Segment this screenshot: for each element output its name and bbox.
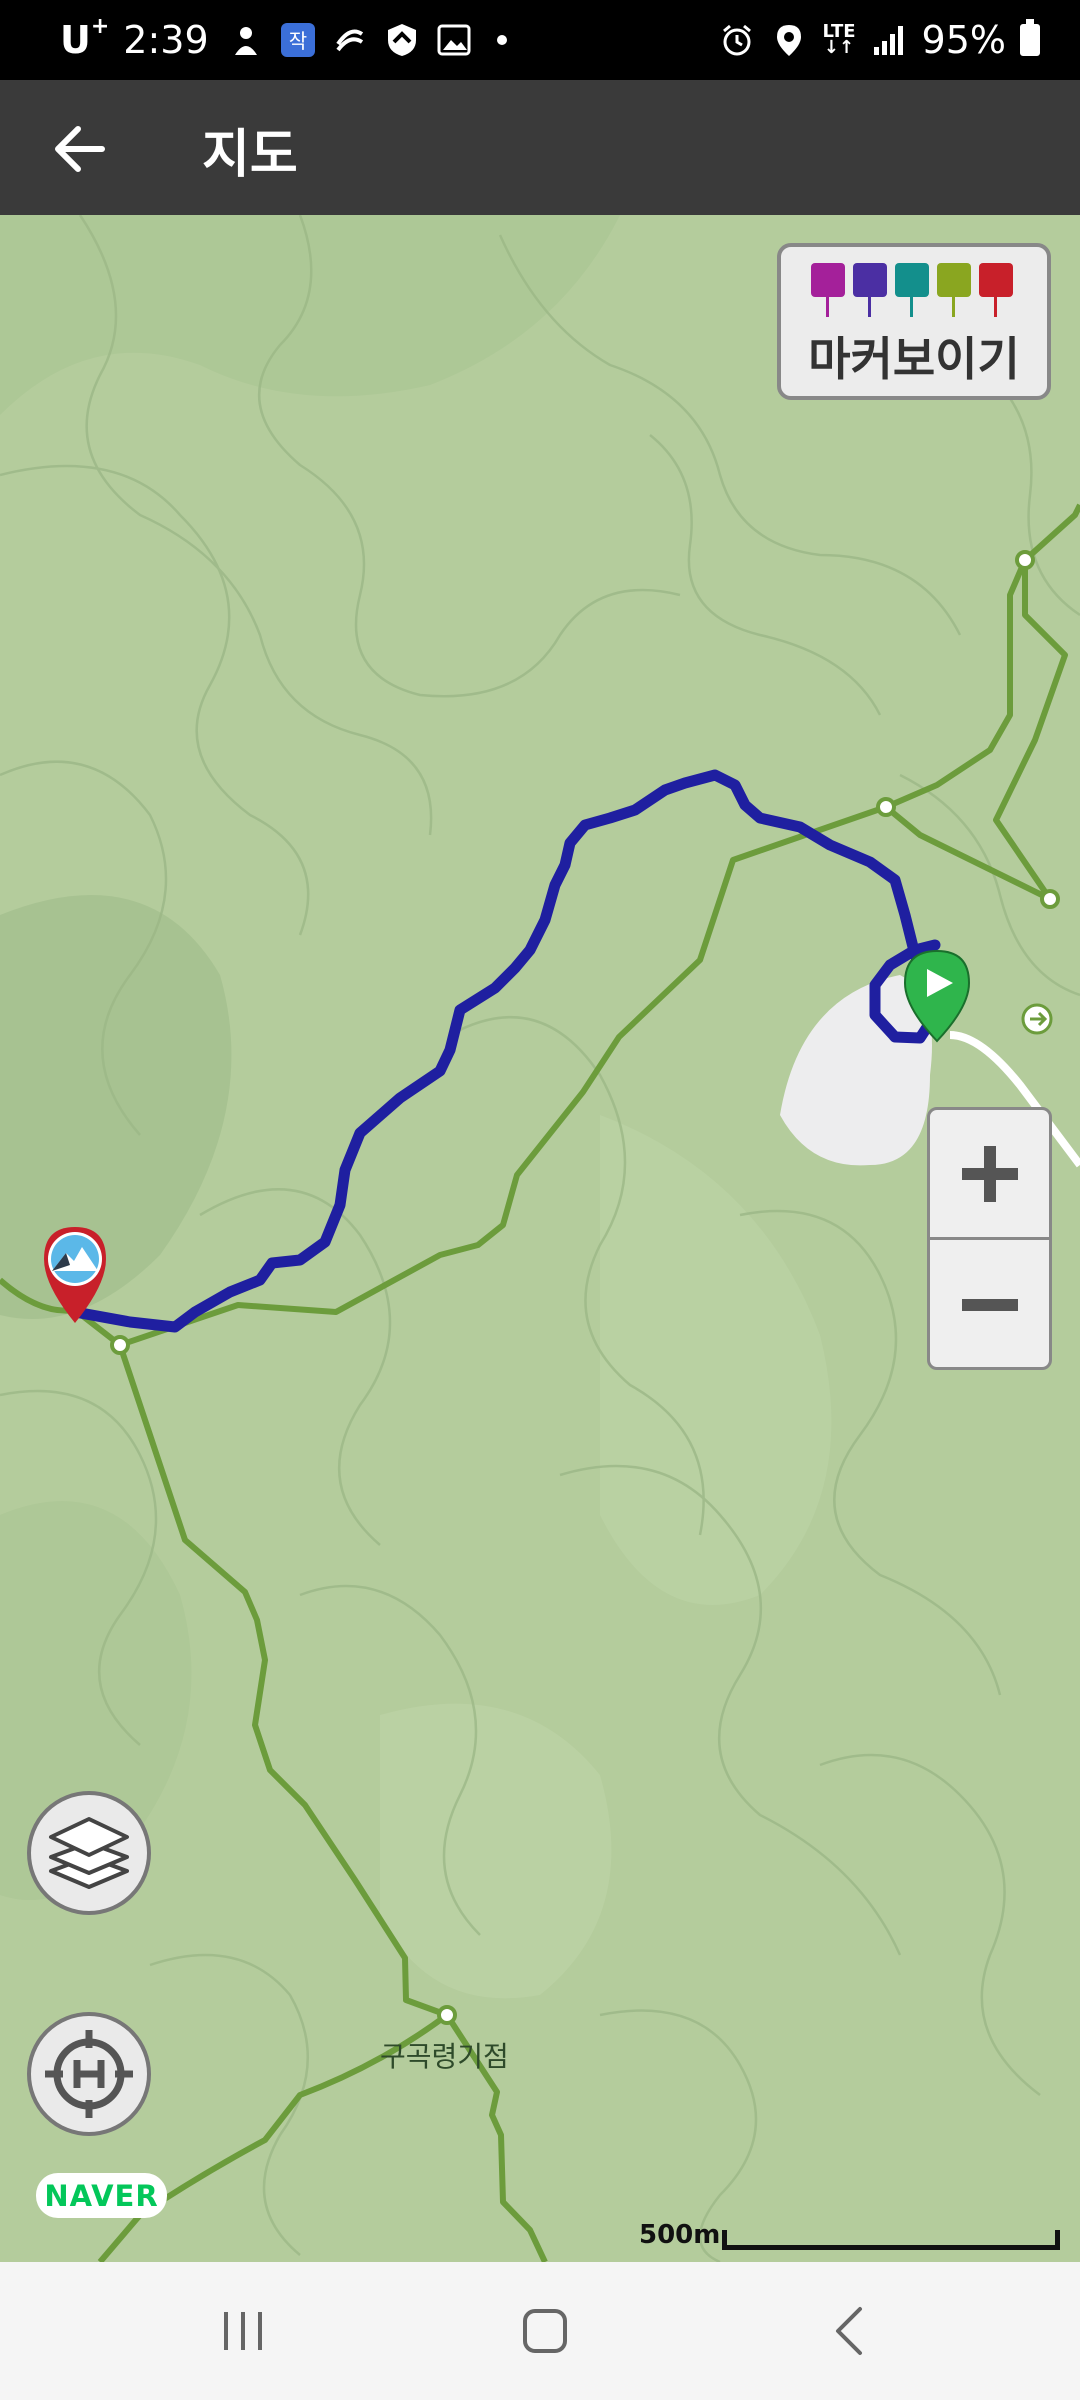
clock: 2:39 <box>123 18 209 62</box>
lte-indicator: LTE ↓↑ <box>822 21 856 58</box>
flag-marker-icon <box>979 263 1013 317</box>
naver-logo: NAVER <box>36 2173 167 2218</box>
back-nav-button[interactable] <box>808 2296 888 2366</box>
voice-marker-icon <box>895 263 929 317</box>
status-bar: U+ 2:39 작 LTE ↓↑ 95% <box>0 0 1080 80</box>
signal-icon <box>870 21 908 59</box>
memo-marker-icon <box>937 263 971 317</box>
arrow-left-icon <box>55 126 105 172</box>
gallery-icon <box>435 21 473 59</box>
carrier-label: U+ <box>60 14 110 62</box>
system-nav-bar <box>0 2262 1080 2400</box>
summit-marker-icon[interactable] <box>40 1225 110 1325</box>
layers-icon <box>49 1817 129 1889</box>
zoom-controls <box>927 1107 1052 1370</box>
home-button[interactable] <box>505 2296 585 2366</box>
layers-button[interactable] <box>27 1791 151 1915</box>
photo-marker-icon <box>811 263 845 317</box>
recent-apps-button[interactable] <box>203 2296 283 2366</box>
more-notifications-dot <box>496 35 507 45</box>
recent-apps-icon <box>224 2312 262 2350</box>
crosshair-h-icon <box>45 2030 133 2118</box>
location-icon <box>770 21 808 59</box>
video-marker-icon <box>853 263 887 317</box>
start-marker-icon[interactable] <box>895 945 979 1045</box>
zoom-in-button[interactable] <box>930 1110 1049 1240</box>
alarm-icon <box>718 21 756 59</box>
scale-bar <box>722 2230 1060 2250</box>
sync-icon <box>331 21 369 59</box>
svg-text:작: 작 <box>288 29 306 53</box>
battery-icon <box>1020 19 1040 56</box>
app-badge-icon: 작 <box>279 21 317 59</box>
marker-type-icons <box>811 263 1013 317</box>
home-icon <box>523 2309 567 2353</box>
map-view[interactable]: 마커보이기 구곡령기점 NAVER 500m <box>0 215 1080 2262</box>
show-markers-button[interactable]: 마커보이기 <box>777 243 1051 400</box>
shield-icon <box>383 21 421 59</box>
plus-icon <box>961 1145 1018 1202</box>
app-header: 지도 <box>0 80 1080 215</box>
battery-percent: 95% <box>921 18 1006 62</box>
page-title: 지도 <box>202 125 298 185</box>
place-label: 구곡령기점 <box>380 2040 509 2073</box>
zoom-out-button[interactable] <box>930 1240 1049 1367</box>
notification-app-icon <box>227 21 265 59</box>
back-icon <box>836 2307 862 2355</box>
show-markers-label: 마커보이기 <box>808 332 1020 386</box>
back-button[interactable] <box>40 110 118 188</box>
my-location-button[interactable] <box>27 2012 151 2136</box>
scale-label: 500m <box>639 2220 721 2250</box>
minus-icon <box>961 1299 1018 1311</box>
map-canvas <box>0 215 1080 2262</box>
